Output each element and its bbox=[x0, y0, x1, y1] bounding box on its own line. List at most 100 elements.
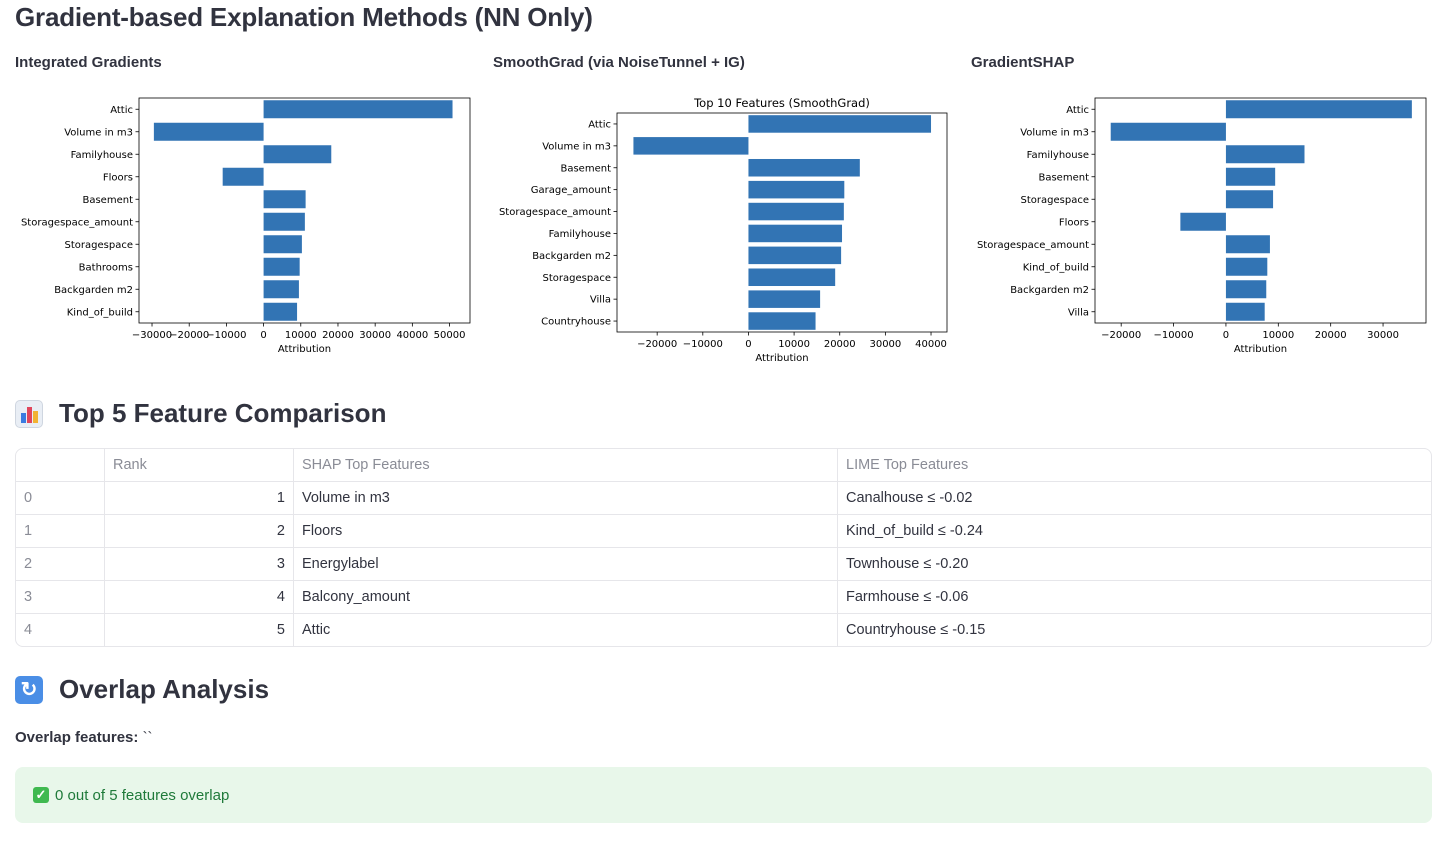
chart-heading-gradientshap: GradientSHAP bbox=[971, 54, 1075, 71]
y-tick-label: Storagespace_amount bbox=[21, 217, 133, 228]
bar-kind-of-build bbox=[263, 302, 298, 321]
y-tick-label: Storagespace bbox=[65, 240, 133, 251]
row-index-cell[interactable]: 1 bbox=[16, 514, 105, 548]
bar-backgarden-m2 bbox=[748, 246, 842, 265]
bar-storagespace bbox=[1225, 190, 1274, 209]
bar-familyhouse bbox=[1225, 145, 1305, 164]
bar-familyhouse bbox=[263, 145, 332, 164]
x-tick-label: 10000 bbox=[1262, 330, 1294, 341]
bar-floors bbox=[1180, 212, 1226, 231]
bar-kind-of-build bbox=[1225, 257, 1268, 276]
lime-feature-cell[interactable]: Canalhouse ≤ -0.02 bbox=[837, 481, 1431, 515]
y-tick-label: Villa bbox=[590, 295, 611, 306]
table-row: 3 4 Balcony_amount Farmhouse ≤ -0.06 bbox=[16, 580, 1431, 614]
shap-feature-cell[interactable]: Energylabel bbox=[293, 547, 838, 581]
column-header-index[interactable] bbox=[16, 449, 105, 482]
bar-familyhouse bbox=[748, 224, 843, 243]
rank-cell[interactable]: 1 bbox=[104, 481, 294, 515]
row-index-cell[interactable]: 3 bbox=[16, 580, 105, 614]
x-axis-label: Attribution bbox=[278, 344, 331, 355]
x-tick-label: 10000 bbox=[778, 339, 810, 350]
y-tick-label: Storagespace bbox=[1021, 195, 1089, 206]
column-header-lime[interactable]: LIME Top Features bbox=[837, 449, 1431, 482]
x-axis-label: Attribution bbox=[1234, 344, 1287, 355]
lime-feature-cell[interactable]: Farmhouse ≤ -0.06 bbox=[837, 580, 1431, 614]
x-tick-label: 10000 bbox=[285, 330, 317, 341]
x-tick-label: −20000 bbox=[637, 339, 677, 350]
x-tick-label: 30000 bbox=[869, 339, 901, 350]
shap-feature-cell[interactable]: Balcony_amount bbox=[293, 580, 838, 614]
y-tick-label: Basement bbox=[82, 195, 133, 206]
bar-volume-in-m3 bbox=[1110, 122, 1226, 141]
lime-feature-cell[interactable]: Kind_of_build ≤ -0.24 bbox=[837, 514, 1431, 548]
shap-feature-cell[interactable]: Volume in m3 bbox=[293, 481, 838, 515]
y-tick-label: Familyhouse bbox=[1027, 150, 1089, 161]
table-row: 0 1 Volume in m3 Canalhouse ≤ -0.02 bbox=[16, 481, 1431, 515]
table-row: 4 5 Attic Countryhouse ≤ -0.15 bbox=[16, 613, 1432, 647]
x-tick-label: −10000 bbox=[683, 339, 723, 350]
chart-heading-smoothgrad: SmoothGrad (via NoiseTunnel + IG) bbox=[493, 54, 745, 71]
rank-cell[interactable]: 5 bbox=[104, 613, 294, 646]
x-tick-label: 0 bbox=[745, 339, 751, 350]
bar-garage-amount bbox=[748, 180, 845, 199]
column-header-shap[interactable]: SHAP Top Features bbox=[293, 449, 838, 482]
chart-integrated-gradients: Attic Volume in m3 Familyhouse Floors Baseme… bbox=[21, 97, 471, 355]
column-header-rank[interactable]: Rank bbox=[104, 449, 294, 482]
chart-title: Top 10 Features (SmoothGrad) bbox=[693, 96, 870, 110]
overlap-features-label: Overlap features: bbox=[15, 729, 139, 746]
x-tick-label: −10000 bbox=[1153, 330, 1193, 341]
bar-bathrooms bbox=[263, 257, 300, 276]
x-tick-label: 50000 bbox=[434, 330, 466, 341]
chart-panel-integrated-gradients: Integrated Gradients bbox=[15, 54, 475, 71]
y-tick-label: Storagespace bbox=[543, 273, 611, 284]
y-tick-label: Bathrooms bbox=[79, 262, 133, 273]
bar-villa bbox=[1225, 302, 1265, 321]
row-index-cell[interactable]: 4 bbox=[16, 613, 105, 646]
bar-countryhouse bbox=[748, 312, 816, 330]
row-index-cell[interactable]: 0 bbox=[16, 481, 105, 515]
bar-basement bbox=[263, 190, 306, 209]
comparison-section-title: Top 5 Feature Comparison bbox=[15, 398, 386, 429]
table-header-row: Rank SHAP Top Features LIME Top Features bbox=[16, 449, 1431, 482]
y-tick-label: Familyhouse bbox=[71, 150, 133, 161]
overlap-title-text: Overlap Analysis bbox=[59, 674, 270, 704]
x-tick-label: 40000 bbox=[915, 339, 947, 350]
chart-panel-gradientshap: GradientSHAP bbox=[971, 54, 1431, 71]
bar-storagespace bbox=[263, 235, 302, 254]
table-row: 2 3 Energylabel Townhouse ≤ -0.20 bbox=[16, 547, 1431, 581]
bar-attic bbox=[263, 100, 453, 119]
row-index-cell[interactable]: 2 bbox=[16, 547, 105, 581]
bar-storagespace-amount bbox=[748, 202, 844, 221]
page-title: Gradient-based Explanation Methods (NN O… bbox=[15, 2, 593, 32]
bar-floors bbox=[222, 167, 264, 186]
overlap-features-line: Overlap features: `` bbox=[15, 729, 153, 746]
y-tick-label: Villa bbox=[1068, 307, 1089, 318]
y-tick-label: Basement bbox=[560, 163, 611, 174]
lime-feature-cell[interactable]: Countryhouse ≤ -0.15 bbox=[838, 614, 1432, 647]
y-tick-label: Floors bbox=[103, 172, 133, 183]
lime-feature-cell[interactable]: Townhouse ≤ -0.20 bbox=[837, 547, 1431, 581]
rank-cell[interactable]: 4 bbox=[104, 580, 294, 614]
comparison-table[interactable]: Rank SHAP Top Features LIME Top Features… bbox=[15, 448, 1432, 647]
x-tick-label: 20000 bbox=[322, 330, 354, 341]
bar-basement bbox=[748, 158, 860, 177]
rank-cell[interactable]: 3 bbox=[104, 547, 294, 581]
bar-attic bbox=[748, 115, 932, 133]
y-tick-label: Garage_amount bbox=[531, 185, 611, 196]
x-axis-label: Attribution bbox=[755, 353, 808, 364]
shap-feature-cell[interactable]: Attic bbox=[293, 613, 838, 646]
y-tick-label: Backgarden m2 bbox=[54, 285, 133, 296]
overlap-success-alert: ✓ 0 out of 5 features overlap bbox=[15, 767, 1432, 823]
x-tick-label: −30000 bbox=[132, 330, 172, 341]
bar-volume-in-m3 bbox=[633, 137, 749, 155]
comparison-title-text: Top 5 Feature Comparison bbox=[59, 398, 387, 428]
y-tick-label: Volume in m3 bbox=[1020, 127, 1089, 138]
bar-backgarden-m2 bbox=[1225, 280, 1267, 299]
rank-cell[interactable]: 2 bbox=[104, 514, 294, 548]
x-tick-label: 20000 bbox=[824, 339, 856, 350]
shap-feature-cell[interactable]: Floors bbox=[293, 514, 838, 548]
overlap-section-title: ↻ Overlap Analysis bbox=[15, 674, 269, 705]
x-tick-label: −10000 bbox=[206, 330, 246, 341]
bar-storagespace bbox=[748, 268, 836, 287]
y-tick-label: Attic bbox=[1066, 105, 1089, 116]
